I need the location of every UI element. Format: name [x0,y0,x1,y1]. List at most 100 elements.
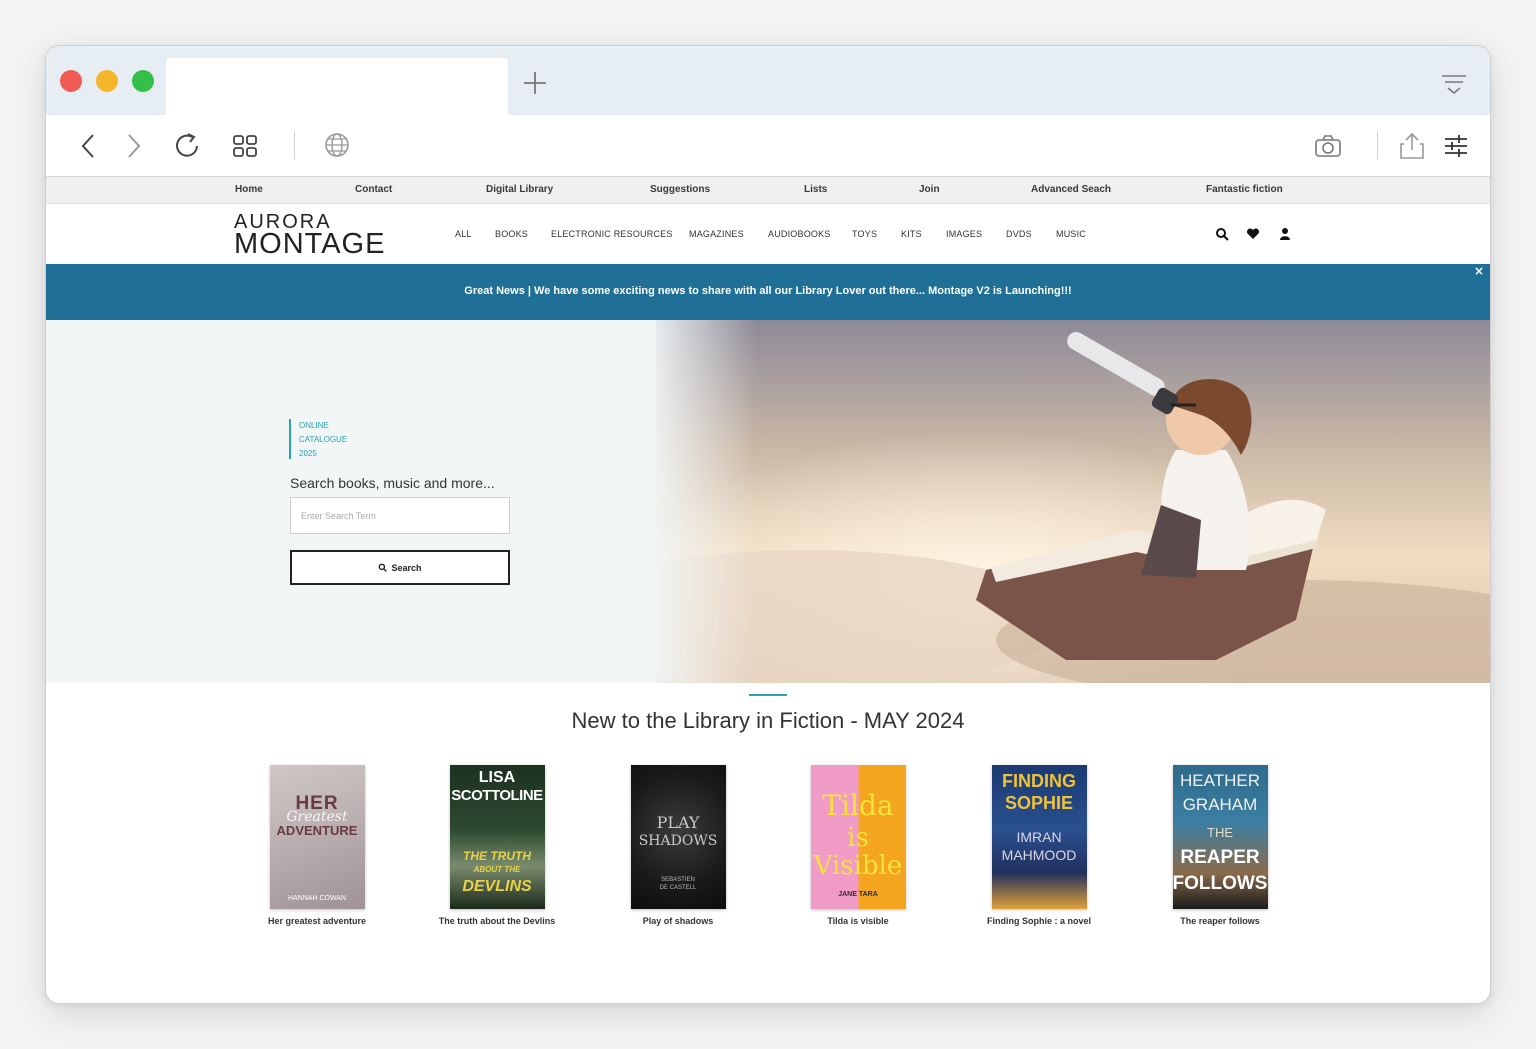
active-tab[interactable] [166,58,508,115]
cover-text: SHADOWS [638,833,718,849]
cover-text: DE CASTELL [659,885,697,891]
topnav-suggestions[interactable]: Suggestions [650,184,710,195]
catalogue-tag: ONLINE CATALOGUE 2025 [289,419,347,459]
cover-text: is [847,823,869,853]
book-cover[interactable]: LISA SCOTTOLINE THE TRUTH ABOUT THE DEVL… [449,765,545,909]
globe-icon[interactable] [322,131,352,161]
cover-text: MAHMOOD [1001,847,1077,863]
topnav-join[interactable]: Join [919,184,940,195]
topnav-lists[interactable]: Lists [804,184,827,195]
book-card[interactable]: PLAY SHADOWS SEBASTIEN DE CASTELL Play o… [588,765,768,926]
topnav-digital-library[interactable]: Digital Library [486,184,553,195]
book-title[interactable]: Play of shadows [588,916,768,926]
search-button-label: Search [391,562,422,573]
logo-line2: MONTAGE [234,228,386,260]
category-dvds[interactable]: DVDS [1006,229,1032,239]
category-all[interactable]: ALL [455,229,472,239]
back-icon[interactable] [74,131,104,161]
category-books[interactable]: BOOKS [495,229,528,239]
cover-text: SEBASTIEN [661,877,695,883]
category-images[interactable]: IMAGES [946,229,982,239]
book-cover[interactable]: HEATHER GRAHAM THE REAPER FOLLOWS [1172,765,1268,909]
forward-icon[interactable] [118,131,148,161]
news-banner: Great News | We have some exciting news … [46,264,1490,320]
maximize-window-button[interactable] [132,70,154,92]
search-button[interactable]: Search [290,550,510,585]
category-kits[interactable]: KITS [901,229,922,239]
search-label: Search books, music and more... [290,475,495,491]
tab-menu-icon[interactable] [1440,72,1468,96]
cover-text: FINDING [1002,771,1076,791]
topnav-fantastic-fiction[interactable]: Fantastic fiction [1206,184,1283,195]
search-icon[interactable] [1215,227,1229,241]
cover-text: THE TRUTH [463,849,531,863]
book-title[interactable]: The reaper follows [1130,916,1310,926]
book-title[interactable]: Finding Sophie : a novel [949,916,1129,926]
topnav-contact[interactable]: Contact [355,184,392,195]
book-card[interactable]: LISA SCOTTOLINE THE TRUTH ABOUT THE DEVL… [407,765,587,926]
cover-text: SCOTTOLINE [451,787,543,804]
toolbar-separator [1377,131,1378,159]
cover-text: HANNAH COWAN [287,895,347,902]
user-icon[interactable] [1278,227,1292,241]
close-window-button[interactable] [60,70,82,92]
book-card[interactable]: Tilda is Visible JANE TARA Tilda is visi… [768,765,948,926]
cover-text: ADVENTURE [276,823,358,838]
minimize-window-button[interactable] [96,70,118,92]
cover-text: DEVLINS [462,878,532,895]
catalogue-tag-line2: CATALOGUE [299,435,348,444]
sliders-icon[interactable] [1441,131,1471,161]
category-electronic-resources[interactable]: ELECTRONIC RESOURCES [551,229,673,239]
book-card[interactable]: HER Greatest ADVENTURE HANNAH COWAN Her … [227,765,407,926]
camera-icon[interactable] [1313,131,1343,161]
tab-grid-icon[interactable] [230,131,260,161]
cover-text: HEATHER [1180,771,1260,790]
category-toys[interactable]: TOYS [852,229,877,239]
cover-text: PLAY [656,813,700,832]
reload-icon[interactable] [172,131,202,161]
topnav-home[interactable]: Home [235,184,263,195]
toolbar-separator [294,131,295,159]
book-cover[interactable]: Tilda is Visible JANE TARA [810,765,906,909]
catalogue-tag-line1: ONLINE [299,421,329,430]
banner-message: Great News | We have some exciting news … [464,285,1072,297]
book-title[interactable]: Tilda is visible [768,916,948,926]
browser-window: Home Contact Digital Library Suggestions… [45,45,1491,1004]
cover-text: SOPHIE [1004,793,1074,813]
cover-text: THE [1207,825,1233,840]
tab-strip [46,46,1490,115]
girl-on-flying-book-illustration [656,320,1490,683]
book-cover[interactable]: FINDING SOPHIE IMRAN MAHMOOD [991,765,1087,909]
cover-text: JANE TARA [838,891,878,898]
cover-text: LISA [478,769,516,786]
section-title: New to the Library in Fiction - MAY 2024 [571,708,965,733]
hero-image [656,320,1490,683]
category-audiobooks[interactable]: AUDIOBOOKS [768,229,831,239]
cover-text: Tilda [822,789,894,822]
share-icon[interactable] [1397,131,1427,161]
search-button-icon [379,563,388,572]
book-card[interactable]: FINDING SOPHIE IMRAN MAHMOOD Finding Sop… [949,765,1129,926]
browser-toolbar [46,115,1490,177]
book-cover[interactable]: PLAY SHADOWS SEBASTIEN DE CASTELL [630,765,726,909]
site-header: AURORA MONTAGE ALL BOOKS ELECTRONIC RESO… [46,204,1490,264]
section-divider [749,694,787,696]
heart-icon[interactable] [1246,227,1260,241]
cover-text: GRAHAM [1182,795,1258,814]
cover-text: Visible [813,851,903,881]
book-title[interactable]: Her greatest adventure [227,916,407,926]
new-tab-icon[interactable] [522,70,548,96]
book-card[interactable]: HEATHER GRAHAM THE REAPER FOLLOWS The re… [1130,765,1310,926]
category-music[interactable]: MUSIC [1056,229,1086,239]
site-top-nav: Home Contact Digital Library Suggestions… [46,177,1490,204]
category-magazines[interactable]: MAGAZINES [689,229,744,239]
site-logo[interactable]: AURORA MONTAGE [234,212,426,260]
topnav-advanced-search[interactable]: Advanced Seach [1031,184,1111,195]
banner-close-button[interactable]: × [1474,264,1484,278]
cover-text: FOLLOWS [1172,873,1268,894]
cover-text: IMRAN [1016,829,1062,845]
cover-text: REAPER [1180,847,1260,868]
search-input[interactable] [290,497,510,534]
book-title[interactable]: The truth about the Devlins [407,916,587,926]
book-cover[interactable]: HER Greatest ADVENTURE HANNAH COWAN [269,765,365,909]
